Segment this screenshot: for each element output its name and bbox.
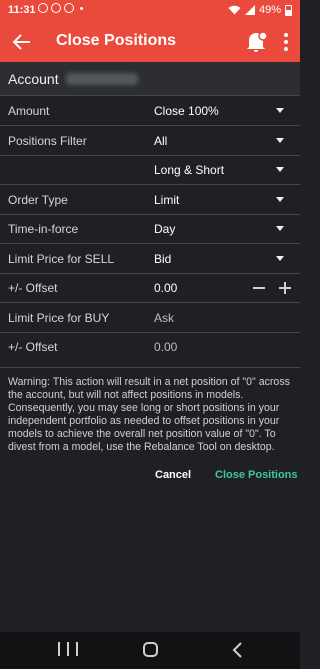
limit-sell-label: Limit Price for SELL — [8, 252, 115, 266]
arrow-left-icon — [12, 34, 30, 50]
increment-button[interactable] — [278, 279, 292, 297]
time-in-force-value: Day — [154, 222, 176, 236]
cancel-button[interactable]: Cancel — [155, 469, 191, 481]
offset-sell-row: +/- Offset 0.00 — [0, 273, 300, 303]
offset-sell-input[interactable]: 0.00 — [154, 281, 177, 295]
recent-apps-button[interactable] — [58, 642, 78, 658]
more-notifications-icon — [80, 6, 83, 10]
dropdown-arrow-icon — [276, 108, 284, 113]
signal-icon — [244, 5, 255, 15]
limit-buy-row: Limit Price for BUY Ask — [0, 303, 300, 333]
bell-icon — [247, 31, 268, 52]
system-icons: 49% — [228, 4, 292, 16]
amount-label: Amount — [8, 104, 50, 118]
wifi-icon — [228, 5, 241, 15]
battery-icon — [285, 4, 292, 16]
notifications-button[interactable] — [244, 28, 268, 56]
offset-sell-label: +/- Offset — [8, 281, 58, 295]
offset-buy-row: +/- Offset 0.00 — [0, 332, 300, 368]
more-options-button[interactable] — [278, 30, 294, 54]
status-time: 11:31 — [8, 4, 36, 16]
time-in-force-row: Time-in-force Day — [0, 214, 300, 244]
recents-icon — [58, 642, 60, 656]
order-type-label: Order Type — [8, 193, 68, 207]
limit-sell-value: Bid — [154, 252, 172, 266]
order-type-value: Limit — [154, 193, 180, 207]
time-in-force-label: Time-in-force — [8, 222, 79, 236]
order-type-row: Order Type Limit — [0, 185, 300, 215]
offset-buy-label: +/- Offset — [8, 340, 58, 354]
app-bar: Close Positions — [0, 22, 300, 62]
chevron-left-icon — [232, 642, 242, 658]
account-number-redacted — [66, 73, 138, 85]
warning-text: Warning: This action will result in a ne… — [8, 376, 290, 453]
back-button[interactable] — [8, 28, 36, 56]
positions-filter-row: Positions Filter All — [0, 126, 300, 156]
decrement-button[interactable] — [252, 279, 266, 297]
offset-buy-value: 0.00 — [154, 340, 178, 354]
system-back-button[interactable] — [230, 640, 246, 660]
limit-buy-label: Limit Price for BUY — [8, 311, 110, 325]
direction-row: Long & Short — [0, 155, 300, 185]
positions-filter-value: All — [154, 134, 168, 148]
dropdown-arrow-icon — [276, 197, 284, 202]
more-vert-icon — [284, 33, 288, 37]
notification-icon — [51, 3, 61, 13]
amount-value: Close 100% — [154, 104, 219, 118]
limit-sell-row: Limit Price for SELL Bid — [0, 244, 300, 274]
account-label: Account — [8, 71, 59, 87]
dropdown-arrow-icon — [276, 167, 284, 172]
notification-icon — [38, 3, 48, 13]
dropdown-arrow-icon — [276, 138, 284, 143]
system-nav-bar — [0, 632, 300, 669]
direction-value: Long & Short — [154, 163, 225, 177]
amount-row: Amount Close 100% — [0, 96, 300, 126]
close-positions-button[interactable]: Close Positions — [215, 469, 298, 481]
battery-percent: 49% — [258, 4, 281, 16]
limit-buy-value: Ask — [154, 311, 175, 325]
status-bar: 11:31 49% — [0, 0, 300, 22]
page-title: Close Positions — [56, 32, 177, 49]
account-row: Account — [0, 62, 300, 96]
notification-icon — [64, 3, 74, 13]
dropdown-arrow-icon — [276, 226, 284, 231]
dropdown-arrow-icon — [276, 256, 284, 261]
notification-icons — [38, 3, 83, 13]
positions-filter-label: Positions Filter — [8, 134, 87, 148]
home-button[interactable] — [143, 642, 158, 657]
